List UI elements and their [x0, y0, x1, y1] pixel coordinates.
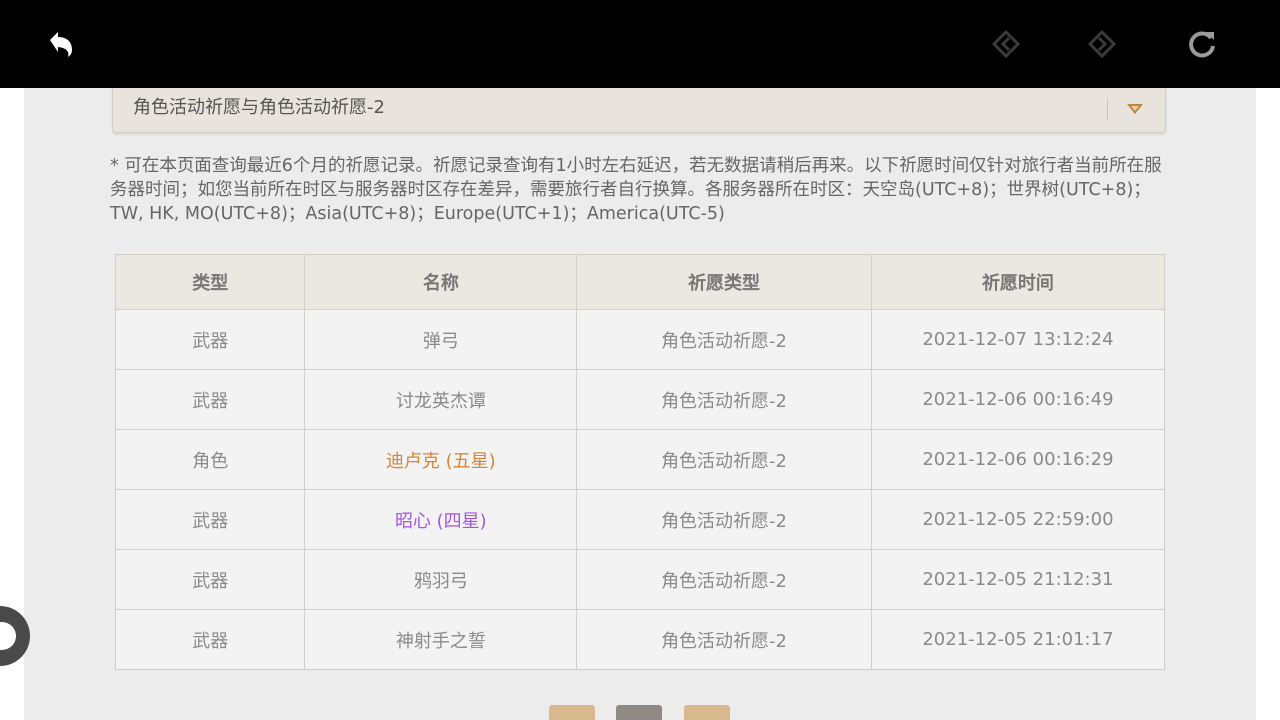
cell-wish-type: 角色活动祈愿-2 [576, 609, 872, 670]
cell-time: 2021-12-05 21:12:31 [870, 549, 1166, 610]
browser-toolbar [0, 0, 1280, 88]
pager-prev-button[interactable] [549, 705, 595, 720]
cell-time: 2021-12-05 22:59:00 [870, 489, 1166, 550]
refresh-button[interactable] [1180, 22, 1224, 66]
table-row: 武器 昭心 (四星) 角色活动祈愿-2 2021-12-05 22:59:00 [114, 489, 1166, 550]
table-header-row: 类型 名称 祈愿类型 祈愿时间 [114, 254, 1166, 310]
wish-type-selected: 角色活动祈愿与角色活动祈愿-2 [133, 97, 385, 118]
cell-name: 讨龙英杰谭 [304, 369, 578, 430]
header-type: 类型 [114, 254, 306, 310]
nav-prev-button[interactable] [984, 22, 1028, 66]
header-wish-type: 祈愿类型 [576, 254, 872, 310]
cell-time: 2021-12-07 13:12:24 [870, 309, 1166, 370]
table-row: 武器 鸦羽弓 角色活动祈愿-2 2021-12-05 21:12:31 [114, 549, 1166, 610]
cell-time: 2021-12-06 00:16:29 [870, 429, 1166, 490]
notice-text: * 可在本页面查询最近6个月的祈愿记录。祈愿记录查询有1小时左右延迟，若无数据请… [110, 156, 1162, 224]
cell-name: 神射手之誓 [304, 609, 578, 670]
cell-wish-type: 角色活动祈愿-2 [576, 429, 872, 490]
back-arrow-icon [50, 32, 72, 57]
table-row: 角色 迪卢克 (五星) 角色活动祈愿-2 2021-12-06 00:16:29 [114, 429, 1166, 490]
select-divider [1107, 98, 1108, 120]
cell-name: 鸦羽弓 [304, 549, 578, 610]
cell-type: 武器 [114, 369, 306, 430]
diamond-right-icon [1087, 29, 1117, 59]
nav-next-button[interactable] [1080, 22, 1124, 66]
wish-type-select[interactable]: 角色活动祈愿与角色活动祈愿-2 [112, 88, 1166, 133]
pager-current-button[interactable] [616, 705, 662, 720]
triangle-down-icon[interactable] [1123, 98, 1147, 120]
wish-records-table: 类型 名称 祈愿类型 祈愿时间 武器 弹弓 角色活动祈愿-2 2021-12-0… [114, 254, 1166, 670]
header-name: 名称 [304, 254, 578, 310]
table-row: 武器 讨龙英杰谭 角色活动祈愿-2 2021-12-06 00:16:49 [114, 369, 1166, 430]
cell-wish-type: 角色活动祈愿-2 [576, 369, 872, 430]
pager-next-button[interactable] [684, 705, 730, 720]
cell-time: 2021-12-06 00:16:49 [870, 369, 1166, 430]
cell-type: 武器 [114, 489, 306, 550]
cell-type: 武器 [114, 609, 306, 670]
cell-wish-type: 角色活动祈愿-2 [576, 309, 872, 370]
cell-time: 2021-12-05 21:01:17 [870, 609, 1166, 670]
refresh-icon [1189, 31, 1215, 58]
header-wish-time: 祈愿时间 [870, 254, 1166, 310]
cell-type: 武器 [114, 309, 306, 370]
cell-name: 弹弓 [304, 309, 578, 370]
table-row: 武器 神射手之誓 角色活动祈愿-2 2021-12-05 21:01:17 [114, 609, 1166, 670]
cell-wish-type: 角色活动祈愿-2 [576, 549, 872, 610]
back-button[interactable] [38, 22, 82, 66]
cell-type: 武器 [114, 549, 306, 610]
table-row: 武器 弹弓 角色活动祈愿-2 2021-12-07 13:12:24 [114, 309, 1166, 370]
wish-history-page: 角色活动祈愿与角色活动祈愿-2 * 可在本页面查询最近6个月的祈愿记录。祈愿记录… [24, 88, 1256, 720]
cell-wish-type: 角色活动祈愿-2 [576, 489, 872, 550]
cell-type: 角色 [114, 429, 306, 490]
cell-name-five-star: 迪卢克 (五星) [304, 429, 578, 490]
cell-name-four-star: 昭心 (四星) [304, 489, 578, 550]
diamond-left-icon [991, 29, 1021, 59]
